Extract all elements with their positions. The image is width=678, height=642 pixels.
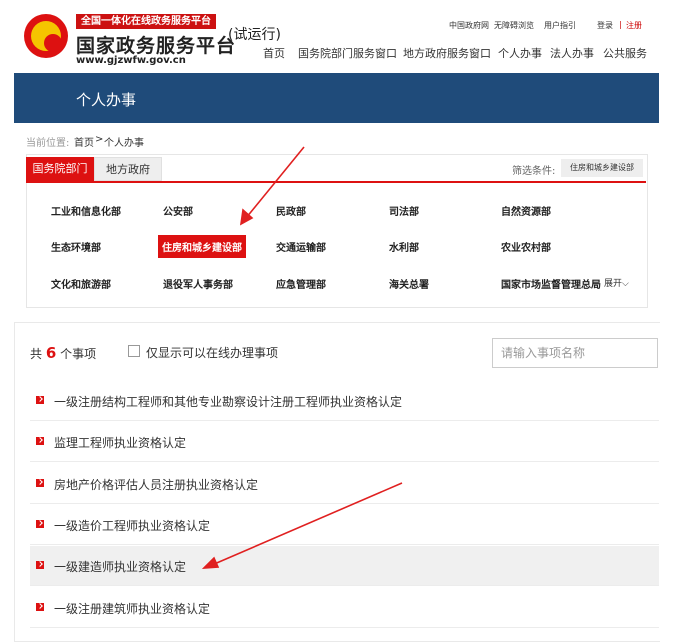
breadcrumb-prefix: 当前位置: [26, 138, 70, 149]
dept-customs[interactable]: 海关总署 [389, 276, 429, 291]
count-prefix: 共 [30, 347, 43, 361]
dept-transport[interactable]: 交通运输部 [276, 239, 326, 254]
list-item[interactable]: 一级注册建筑师执业资格认定 [30, 588, 659, 628]
link-accessibility[interactable]: 无障碍浏览 [494, 20, 534, 31]
dept-justice[interactable]: 司法部 [389, 203, 419, 218]
filter-label: 筛选条件: [512, 166, 556, 177]
tab-local-gov[interactable]: 地方政府 [94, 157, 162, 181]
site-slogan: 全国一体化在线政务服务平台 [76, 14, 216, 29]
expand-label: 展开 [604, 279, 623, 289]
tab-underline [26, 181, 646, 183]
bullet-arrow-icon [36, 561, 44, 569]
dept-civil-affairs[interactable]: 民政部 [276, 203, 306, 218]
bullet-arrow-icon [36, 396, 44, 404]
dept-agriculture[interactable]: 农业农村部 [501, 239, 551, 254]
site-name: 国家政务服务平台 [76, 35, 237, 57]
nav-corporate[interactable]: 法人办事 [550, 45, 594, 61]
online-only-label[interactable]: 仅显示可以在线办理事项 [146, 344, 278, 361]
nav-home[interactable]: 首页 [263, 45, 285, 61]
nav-state-council-window[interactable]: 国务院部门服务窗口 [298, 45, 397, 61]
item-search-input[interactable] [492, 338, 658, 368]
chevron-down-icon: ⌵ [622, 279, 629, 289]
online-only-checkbox[interactable] [128, 345, 140, 357]
list-item-title[interactable]: 一级注册建筑师执业资格认定 [54, 600, 210, 617]
dept-culture-tourism[interactable]: 文化和旅游部 [51, 276, 111, 291]
link-separator: | [619, 20, 622, 29]
breadcrumb-sep: > [95, 134, 104, 145]
bullet-arrow-icon [36, 479, 44, 487]
site-header: 全国一体化在线政务服务平台 国家政务服务平台 www.gjzwfw.gov.cn… [0, 0, 678, 72]
dept-emergency[interactable]: 应急管理部 [276, 276, 326, 291]
list-item[interactable]: 一级注册结构工程师和其他专业勘察设计注册工程师执业资格认定 [30, 381, 659, 421]
register-link[interactable]: 注册 [626, 20, 642, 31]
breadcrumb-current: 个人办事 [104, 138, 144, 149]
list-item-title[interactable]: 一级造价工程师执业资格认定 [54, 517, 210, 534]
link-user-guide[interactable]: 用户指引 [544, 20, 576, 31]
list-item[interactable]: 房地产价格评估人员注册执业资格认定 [30, 464, 659, 504]
site-url: www.gjzwfw.gov.cn [76, 55, 186, 66]
dept-ecology[interactable]: 生态环境部 [51, 239, 101, 254]
list-item-title[interactable]: 一级建造师执业资格认定 [54, 558, 186, 575]
dept-natural-resources[interactable]: 自然资源部 [501, 203, 551, 218]
dept-veterans[interactable]: 退役军人事务部 [163, 276, 233, 291]
list-item-highlighted[interactable]: 一级建造师执业资格认定 [30, 546, 659, 586]
list-item[interactable]: 一级造价工程师执业资格认定 [30, 505, 659, 545]
link-gov-cn[interactable]: 中国政府网 [449, 20, 489, 31]
expand-button[interactable]: 展开⌵ [604, 276, 629, 289]
tab-state-council[interactable]: 国务院部门 [26, 157, 94, 181]
dept-market-regulation[interactable]: 国家市场监督管理总局 [501, 276, 601, 291]
nav-public-service[interactable]: 公共服务 [603, 45, 647, 61]
bullet-arrow-icon [36, 520, 44, 528]
login-link[interactable]: 登录 [597, 20, 613, 31]
count-number: 6 [45, 344, 57, 362]
bullet-arrow-icon [36, 603, 44, 611]
list-item-title[interactable]: 房地产价格评估人员注册执业资格认定 [54, 476, 258, 493]
page-banner: 个人办事 [14, 73, 659, 123]
dept-miit[interactable]: 工业和信息化部 [51, 203, 121, 218]
trial-label: (试运行) [228, 27, 281, 43]
dept-water[interactable]: 水利部 [389, 239, 419, 254]
nav-personal[interactable]: 个人办事 [498, 45, 542, 61]
page-title: 个人办事 [76, 91, 137, 109]
breadcrumb-home[interactable]: 首页 [74, 134, 94, 149]
list-item-title[interactable]: 一级注册结构工程师和其他专业勘察设计注册工程师执业资格认定 [54, 393, 402, 410]
list-item[interactable]: 监理工程师执业资格认定 [30, 422, 659, 462]
item-count: 共 6 个事项 [30, 344, 96, 362]
bullet-arrow-icon [36, 437, 44, 445]
filter-tag[interactable]: 住房和城乡建设部 [561, 159, 643, 177]
list-item-title[interactable]: 监理工程师执业资格认定 [54, 434, 186, 451]
count-suffix: 个事项 [60, 347, 97, 361]
dept-housing-selected[interactable]: 住房和城乡建设部 [158, 235, 246, 258]
nav-local-gov-window[interactable]: 地方政府服务窗口 [403, 45, 491, 61]
dept-public-security[interactable]: 公安部 [163, 203, 193, 218]
national-emblem-icon [24, 14, 68, 58]
